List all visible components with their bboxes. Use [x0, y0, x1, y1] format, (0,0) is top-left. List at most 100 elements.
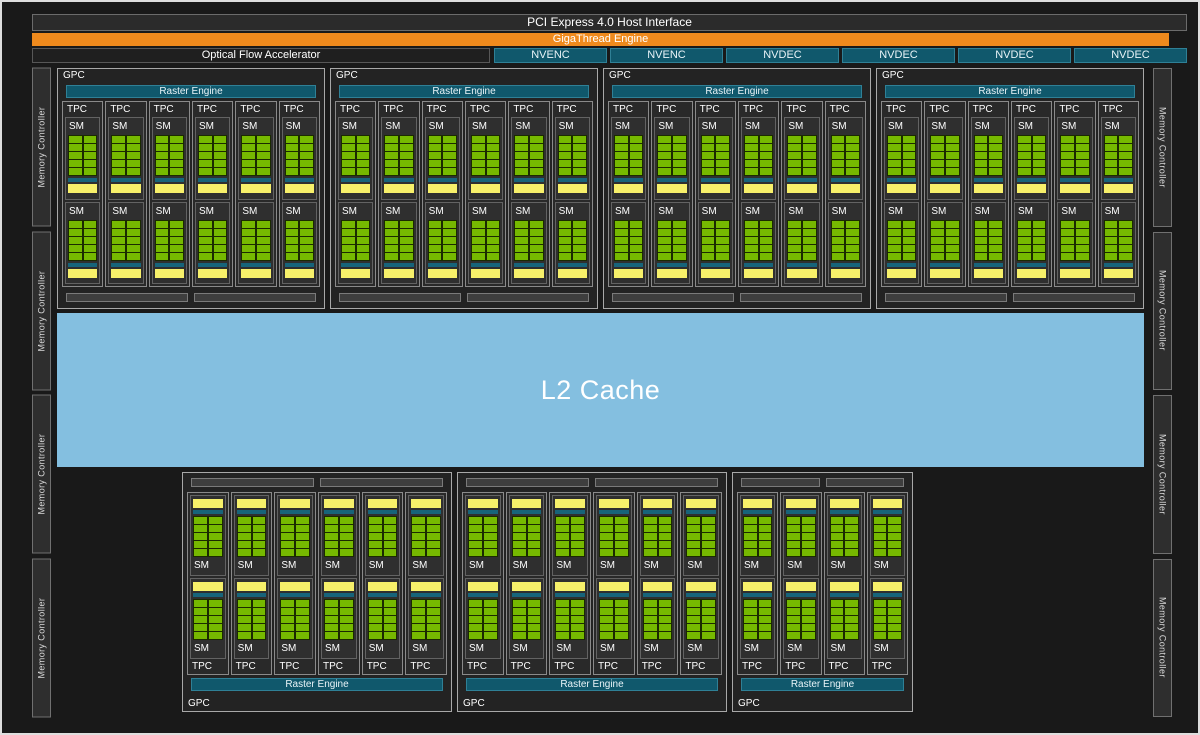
sm-block: SM	[408, 578, 444, 659]
texture-unit-bar	[368, 582, 398, 591]
core-cell	[194, 608, 207, 615]
core-cell	[556, 632, 569, 639]
texture-unit-bar	[285, 184, 314, 193]
cache-strip	[744, 263, 773, 267]
texture-unit-bar	[974, 269, 1003, 278]
tpc-block: TPCSMSM	[1011, 101, 1052, 287]
core-cell	[888, 221, 901, 228]
core-cell	[242, 253, 255, 260]
tpc-block: TPCSMSM	[552, 101, 593, 287]
core-cell	[300, 245, 313, 252]
core-cell	[556, 517, 569, 524]
core-grid	[280, 516, 310, 557]
core-cell	[427, 608, 440, 615]
tpc-label: TPC	[639, 660, 677, 673]
sm-block: SM	[468, 202, 503, 285]
core-cell	[702, 608, 715, 615]
core-cell	[69, 144, 82, 151]
shared-bar	[466, 478, 589, 487]
core-cell	[888, 600, 901, 607]
sm-block: SM	[190, 495, 226, 576]
core-cell	[716, 229, 729, 236]
core-cell	[112, 245, 125, 252]
core-cell	[989, 237, 1002, 244]
spacer	[471, 279, 500, 282]
sm-block: SM	[640, 495, 676, 576]
core-cell	[112, 168, 125, 175]
gpc-label: GPC	[63, 70, 85, 81]
core-grid	[830, 516, 859, 557]
core-cell	[571, 632, 584, 639]
core-cell	[400, 160, 413, 167]
core-cell	[760, 136, 773, 143]
shared-bar	[194, 293, 316, 302]
core-cell	[69, 229, 82, 236]
core-cell	[69, 160, 82, 167]
cache-strip	[786, 593, 815, 597]
sm-block: SM	[321, 578, 357, 659]
core-cell	[170, 136, 183, 143]
core-cell	[802, 533, 815, 540]
core-cell	[127, 136, 140, 143]
core-grid	[1104, 220, 1133, 261]
core-cell	[281, 549, 294, 556]
core-cell	[946, 221, 959, 228]
core-cell	[573, 253, 586, 260]
core-cell	[325, 600, 338, 607]
core-cell	[484, 616, 497, 623]
core-cell	[1033, 229, 1046, 236]
core-cell	[238, 525, 251, 532]
core-cell	[242, 168, 255, 175]
core-cell	[530, 245, 543, 252]
core-cell	[659, 616, 672, 623]
core-cell	[472, 245, 485, 252]
core-cell	[209, 624, 222, 631]
core-cell	[369, 533, 382, 540]
spacer	[830, 641, 859, 642]
core-cell	[281, 624, 294, 631]
sm-block: SM	[234, 578, 270, 659]
core-cell	[340, 632, 353, 639]
core-cell	[1105, 144, 1118, 151]
core-cell	[253, 608, 266, 615]
core-cell	[325, 533, 338, 540]
core-cell	[615, 525, 628, 532]
sm-block: SM	[741, 202, 776, 285]
core-cell	[1061, 168, 1074, 175]
spacer	[1017, 194, 1046, 197]
core-cell	[357, 160, 370, 167]
core-cell	[1119, 237, 1132, 244]
gpc-label: GPC	[188, 698, 210, 709]
core-grid	[471, 135, 500, 176]
core-cell	[744, 549, 757, 556]
core-cell	[1018, 245, 1031, 252]
texture-unit-bar	[686, 499, 716, 508]
core-grid	[887, 135, 916, 176]
spacer	[701, 279, 730, 282]
core-cell	[716, 168, 729, 175]
core-cell	[156, 253, 169, 260]
cache-strip	[599, 593, 629, 597]
memory-controller: Memory Controller	[1153, 232, 1172, 391]
sm-label: SM	[831, 206, 860, 218]
texture-unit-bar	[930, 269, 959, 278]
core-cell	[846, 229, 859, 236]
core-cell	[127, 160, 140, 167]
core-cell	[156, 160, 169, 167]
tpc-block: TPCSMSM	[105, 101, 146, 287]
sm-block: SM	[511, 202, 546, 285]
sm-block: SM	[238, 117, 273, 200]
tpc-label: TPC	[869, 660, 906, 673]
sm-label: SM	[614, 206, 643, 218]
texture-unit-bar	[428, 269, 457, 278]
core-cell	[874, 600, 887, 607]
core-cell	[716, 160, 729, 167]
texture-unit-bar	[831, 269, 860, 278]
core-cell	[127, 168, 140, 175]
tpc-label: TPC	[682, 660, 720, 673]
core-cell	[659, 632, 672, 639]
shared-bar	[1013, 293, 1135, 302]
core-cell	[385, 253, 398, 260]
core-cell	[513, 533, 526, 540]
core-cell	[644, 549, 657, 556]
